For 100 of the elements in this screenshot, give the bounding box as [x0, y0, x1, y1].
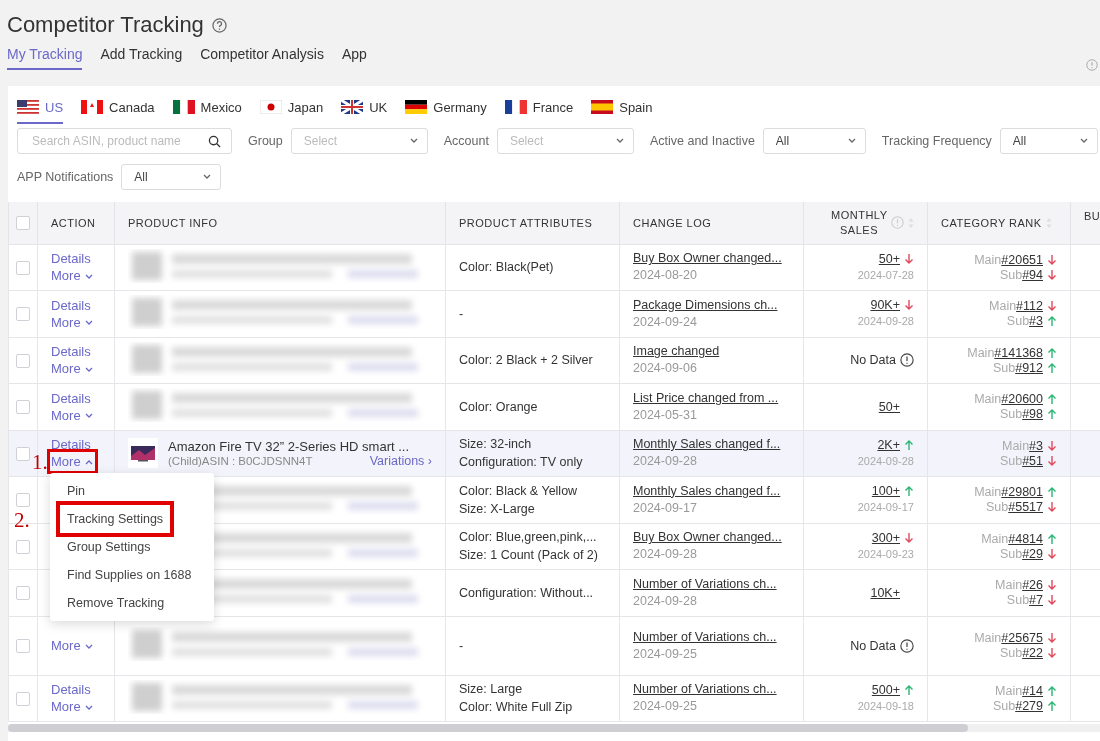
rank-label: Main — [981, 531, 1009, 546]
menu-item[interactable]: Find Supplies on 1688 — [50, 560, 209, 589]
sales-value[interactable]: 100+ — [871, 484, 900, 499]
attribute-text: Color: Black & Yellow — [459, 482, 579, 500]
rank-link[interactable]: #98 — [1022, 407, 1043, 422]
rank-label: Main — [974, 485, 1002, 500]
sales-value[interactable]: 10K+ — [870, 585, 900, 600]
rank-link[interactable]: #14 — [1022, 683, 1043, 698]
select-field[interactable]: All — [762, 128, 866, 154]
rank-link[interactable]: #94 — [1022, 267, 1043, 282]
rank-link[interactable]: #26 — [1022, 578, 1043, 593]
rank-label: Sub — [992, 698, 1016, 713]
tab[interactable]: App — [341, 46, 367, 70]
change-date: 2024-09-06 — [633, 360, 697, 378]
more-link[interactable]: More — [51, 313, 94, 331]
sales-value[interactable]: 90K+ — [870, 298, 900, 313]
sales-date: 2024-09-18 — [857, 698, 914, 714]
rank-label: Main — [974, 631, 1002, 645]
rank-link[interactable]: #912 — [1015, 360, 1043, 375]
market-tab[interactable]: US — [17, 96, 64, 124]
rank-link[interactable]: #51 — [1022, 453, 1043, 468]
change-date: 2024-09-28 — [633, 592, 697, 610]
page-title: Competitor Tracking — [7, 12, 204, 38]
rank-link[interactable]: #25675 — [1001, 631, 1043, 645]
change-log-link[interactable]: Package Dimensions ch... — [633, 296, 778, 314]
rank-link[interactable]: #4814 — [1008, 531, 1043, 546]
rank-link[interactable]: #3 — [1029, 438, 1043, 453]
details-link[interactable]: Details — [51, 343, 91, 361]
details-link[interactable]: Details — [51, 681, 91, 699]
market-tab[interactable]: Spain — [591, 96, 653, 124]
more-link[interactable]: More — [51, 637, 94, 654]
tab[interactable]: Add Tracking — [100, 46, 183, 70]
select-field[interactable]: All — [121, 164, 222, 190]
sales-date: 2024-09-28 — [857, 453, 914, 469]
details-link[interactable]: Details — [51, 250, 91, 268]
sales-value[interactable]: 50+ — [878, 251, 900, 266]
sales-date: 2024-09-23 — [857, 546, 914, 562]
attribute-text: Size: 1 Count (Pack of 2) — [459, 547, 599, 565]
rank-label: Main — [974, 252, 1002, 267]
rank-link[interactable]: #29 — [1022, 546, 1043, 561]
attribute-text: - — [459, 637, 465, 655]
rank-link[interactable]: #141368 — [994, 345, 1043, 360]
search-field[interactable]: Search ASIN, product name — [17, 128, 232, 154]
change-log-link[interactable]: Monthly Sales changed f... — [633, 436, 781, 454]
column-header: PRODUCT ATTRIBUTES — [459, 216, 593, 229]
menu-item[interactable]: Group Settings — [50, 532, 168, 561]
market-tab[interactable]: France — [504, 96, 574, 124]
tab[interactable]: My Tracking — [7, 46, 83, 70]
change-log-link[interactable]: Buy Box Owner changed... — [633, 529, 782, 547]
market-tab[interactable]: Germany — [405, 96, 487, 124]
filter-label: Group — [248, 134, 283, 148]
rank-link[interactable]: #20651 — [1001, 252, 1043, 267]
change-log-link[interactable]: Image changed — [633, 343, 720, 361]
rank-link[interactable]: #279 — [1015, 698, 1043, 713]
change-log-link[interactable]: Monthly Sales changed f... — [633, 482, 781, 500]
rank-link[interactable]: #5517 — [1008, 500, 1043, 515]
attribute-text: Configuration: Without... — [459, 584, 595, 602]
variations-link[interactable]: Variations › — [369, 453, 432, 468]
rank-label: Main — [989, 299, 1017, 314]
change-log-link[interactable]: List Price changed from ... — [633, 389, 779, 407]
rank-label: Sub — [999, 546, 1023, 561]
more-link[interactable]: More — [51, 267, 94, 285]
details-link[interactable]: Details — [51, 389, 91, 407]
rank-label: Main — [1002, 438, 1030, 453]
more-link[interactable]: More — [51, 406, 94, 424]
more-link[interactable]: More — [51, 360, 94, 378]
change-log-link[interactable]: Number of Variations ch... — [633, 575, 777, 593]
rank-label: Sub — [986, 500, 1009, 515]
market-tab[interactable]: UK — [341, 96, 388, 124]
market-tab[interactable]: Japan — [259, 96, 324, 124]
more-link[interactable]: More — [51, 698, 94, 716]
filter-label: Account — [443, 134, 489, 148]
filter-label: Tracking Frequency — [881, 134, 992, 148]
sales-value[interactable]: 300+ — [871, 530, 900, 545]
rank-link[interactable]: #29801 — [1001, 485, 1043, 500]
annotation-number: 1. — [32, 450, 48, 473]
tab[interactable]: Competitor Analysis — [200, 46, 324, 70]
change-log-link[interactable]: Buy Box Owner changed... — [633, 250, 782, 268]
rank-link[interactable]: #3 — [1029, 314, 1043, 329]
sales-value[interactable]: 2K+ — [877, 437, 900, 452]
filter-label: Active and Inactive — [649, 134, 755, 148]
rank-link[interactable]: #22 — [1022, 646, 1043, 660]
rank-link[interactable]: #7 — [1029, 593, 1043, 608]
sales-value[interactable]: 500+ — [871, 682, 900, 697]
rank-link[interactable]: #20600 — [1001, 392, 1043, 407]
details-link[interactable]: Details — [51, 296, 91, 314]
market-tab[interactable]: Mexico — [172, 96, 242, 124]
change-log-link[interactable]: Number of Variations ch... — [633, 628, 777, 646]
market-tab[interactable]: Canada — [81, 96, 155, 124]
menu-item[interactable]: Remove Tracking — [50, 588, 182, 617]
sales-date: 2024-09-17 — [857, 500, 914, 516]
more-link[interactable]: More — [51, 453, 94, 471]
change-log-link[interactable]: Number of Variations ch... — [633, 681, 777, 699]
change-date: 2024-09-28 — [633, 453, 697, 471]
filter-label: APP Notifications — [17, 170, 114, 184]
product-title[interactable]: Amazon Fire TV 32” 2-Series HD smart ... — [168, 438, 432, 454]
sales-value[interactable]: 50+ — [878, 399, 900, 414]
rank-link[interactable]: #112 — [1016, 299, 1043, 314]
details-link[interactable]: Details — [51, 436, 91, 454]
select-field[interactable]: All — [999, 128, 1098, 154]
